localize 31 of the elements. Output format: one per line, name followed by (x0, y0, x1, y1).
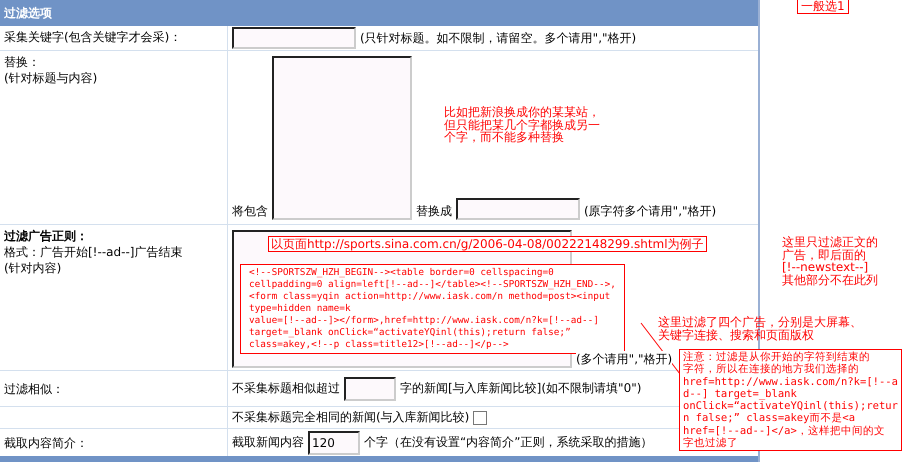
field-label: 截取新闻内容 (232, 434, 304, 451)
annotation-box: 注意：过滤是从你开始的字符到结束的 字符，所以在连接的地方我们选择的 href=http://www.iask.com/n?k=[!--a d--] target=_blank onClick=“activateYQinl(this);retur n false;” class=akey而不是<a href=[!--ad--]</a>，这样把中间的文 字也过滤了 (679, 349, 902, 452)
format-text: 格式：广告开始[!--ad--]广告结束 (4, 244, 184, 260)
hint-text: (多个请用","格开) (576, 351, 672, 368)
field-sublabel: (针对标题与内容) (4, 70, 98, 86)
annotation-tooltip: 以页面http://sports.sina.com.cn/g/2006-04-08/00222148299.shtml为例子 (268, 236, 707, 252)
keyword-field[interactable] (232, 27, 356, 49)
hint-text: 字的新闻[与入库新闻比较](如不限制请填"0") (400, 380, 642, 397)
annotation-text: 这里过滤了四个广告，分别是大屏幕、 关键字连接、搜索和页面版权 (658, 316, 862, 341)
checkbox-label: 不采集标题完全相同的新闻(与入库新闻比较) (232, 409, 470, 426)
field-label: 过滤相似： (0, 371, 228, 406)
field-label: 不采集标题相似超过 (232, 380, 340, 397)
annotation-text: 比如把新浪换成你的某某站， 但只能把某几个字都换成另一 个字，而不能多种替换 (444, 106, 600, 144)
annotation-text: 这里只过滤正文的 广告，即后面的 [!--newstext--] 其他部分不在此列 (782, 236, 878, 286)
checkbox[interactable] (473, 410, 488, 424)
hint-text: 个字（在没有设置“内容简介”正则，系统采取的措施） (364, 434, 652, 451)
field-label: 替换： (4, 54, 41, 70)
field-label: 采集关键字(包含关键字才会采)： (0, 26, 228, 50)
field-label: 替换成 (416, 203, 452, 220)
annotation-box: 一般选1 (797, 0, 849, 14)
similarity-field[interactable] (344, 376, 396, 400)
code-annotation-tooltip: <!--SPORTSZW_HZH_BEGIN--><table border=0 cellspacing=0 cellpadding=0 align=left[!--ad--]</table><!--SPORTSZW_HZH_END-->, <form class=yqin action=http://www.iask.com/n method=post><input type=hidden name=k value=[!--ad--]></form>,href=http://www.iask.com/n?k=[!--ad--] target=_blank onClick=“activateYQinl(this);return false;” class=akey,<!--p class=title12>[!--ad--]</p--> (240, 264, 625, 354)
hint-text: (只针对标题。如不限制，请留空。多个请用","格开) (360, 30, 636, 46)
textarea-field[interactable] (272, 56, 412, 220)
hint-text: (原字符多个请用","格开) (584, 203, 716, 220)
summary-length-field[interactable]: 120 (308, 430, 360, 454)
section-header: 过滤选项 (0, 0, 758, 26)
field-sublabel: (针对内容) (4, 260, 62, 276)
field-label: 将包含 (232, 203, 268, 220)
field-label: 过滤广告正则： (4, 228, 89, 244)
replace-field[interactable] (456, 198, 580, 220)
